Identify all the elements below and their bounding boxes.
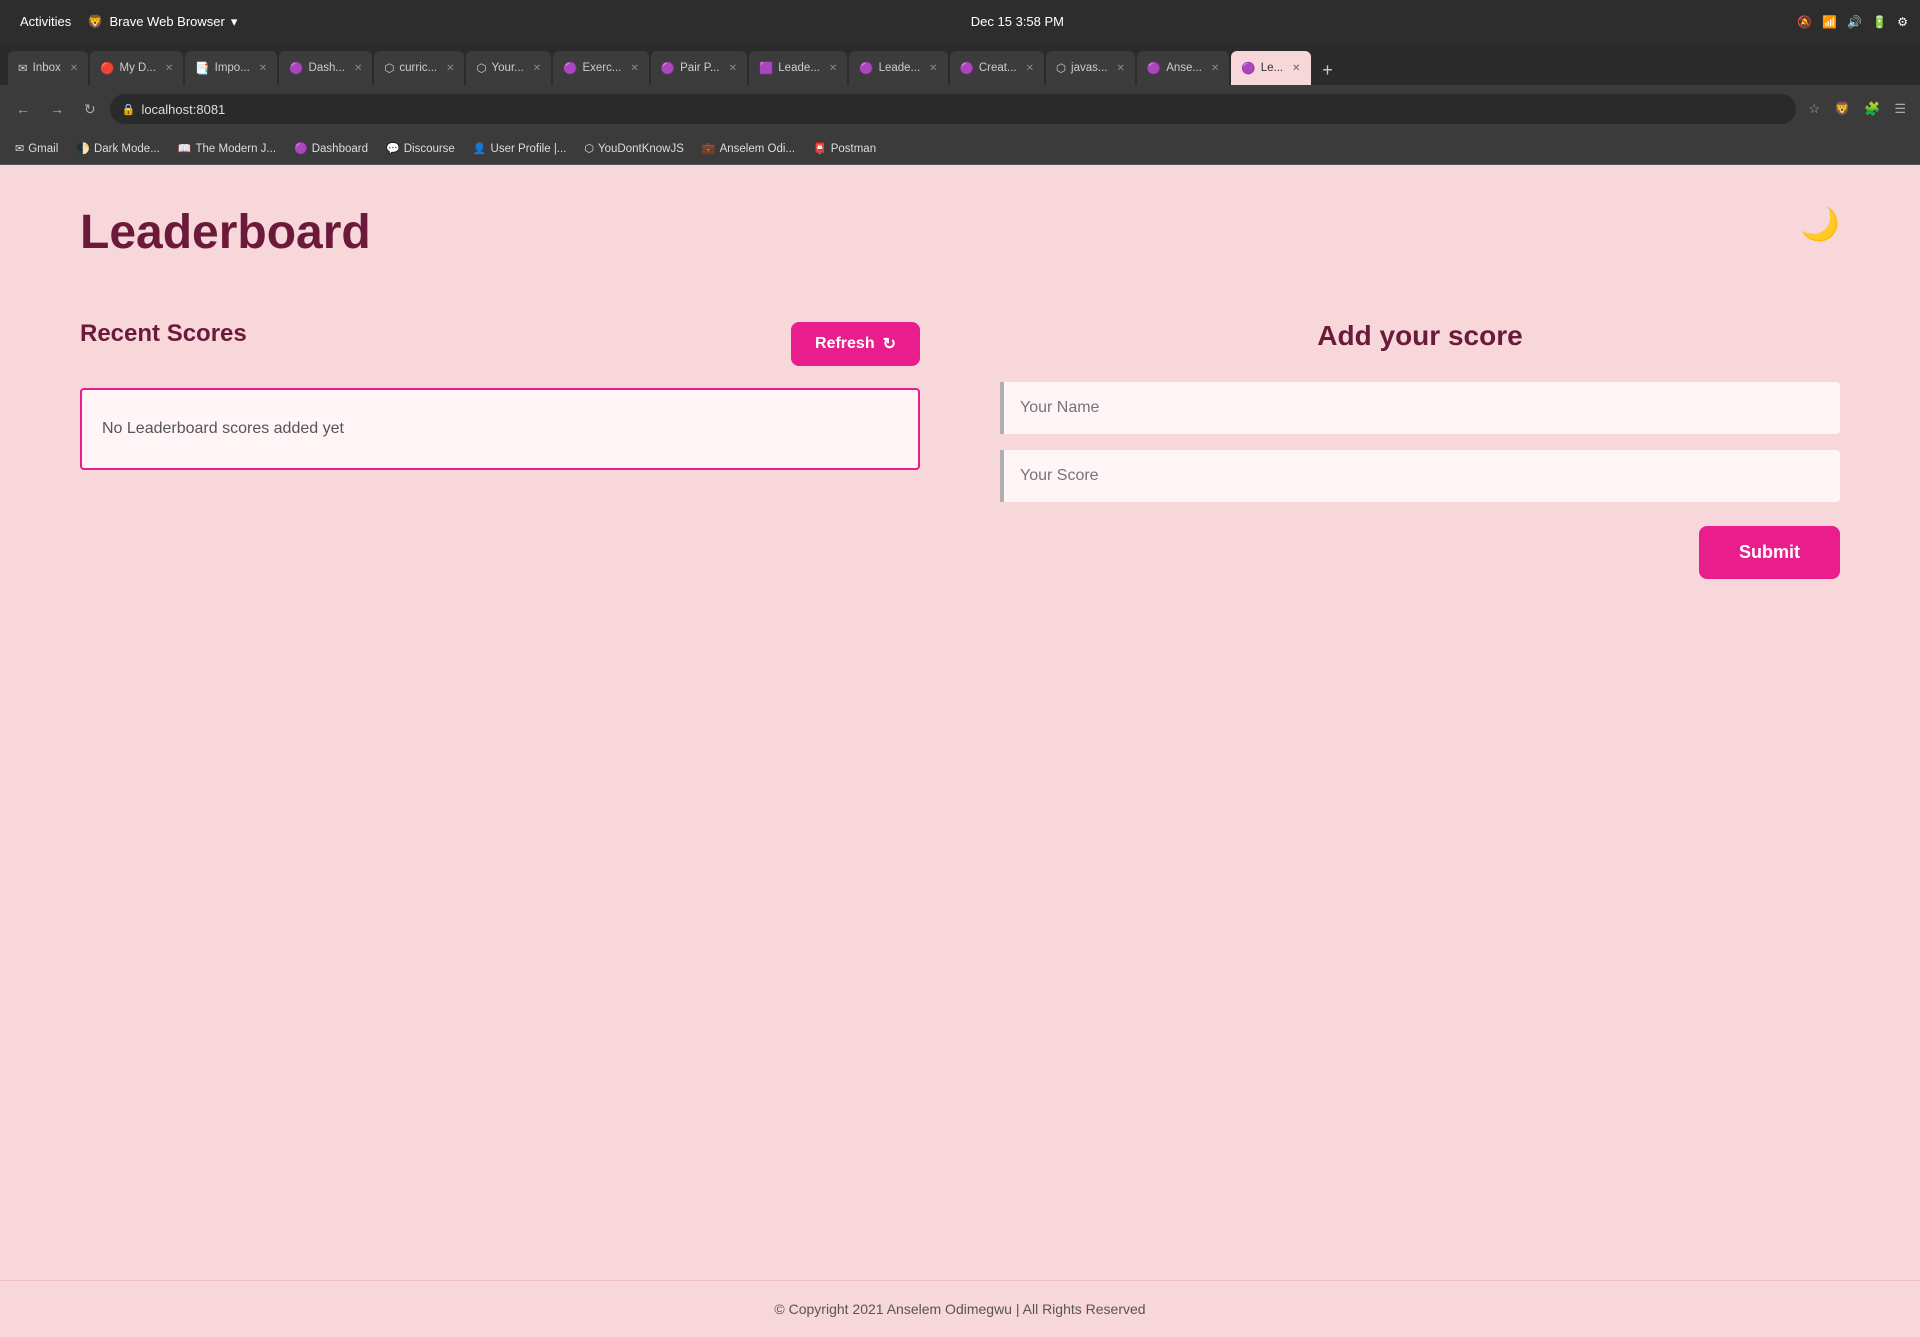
battery-icon: 🔋 (1872, 15, 1887, 29)
page-title: Leaderboard (80, 205, 1840, 260)
tab-exerc[interactable]: 🟣 Exerc...✕ (553, 51, 649, 85)
score-form: Submit (1000, 382, 1840, 579)
wifi-icon: 📶 (1822, 15, 1837, 29)
tab-creat[interactable]: 🟣 Creat...✕ (950, 51, 1044, 85)
tab-dash[interactable]: 🟣 Dash...✕ (279, 51, 372, 85)
extensions-button[interactable]: 🧩 (1860, 97, 1884, 121)
volume-icon: 🔊 (1847, 15, 1862, 29)
footer-text: © Copyright 2021 Anselem Odimegwu | All … (774, 1301, 1145, 1317)
refresh-label: Refresh (815, 335, 875, 353)
tab-anse[interactable]: 🟣 Anse...✕ (1137, 51, 1230, 85)
bookmark-dashboard[interactable]: 🟣Dashboard (287, 139, 375, 158)
page-content: Leaderboard 🌙 Recent Scores Refresh ↻ No… (0, 165, 1920, 1280)
bookmark-userprofile[interactable]: 👤User Profile |... (466, 139, 574, 158)
activities-button[interactable]: Activities (12, 10, 79, 33)
name-input[interactable] (1000, 382, 1840, 434)
bookmark-modernj[interactable]: 📖The Modern J... (171, 139, 283, 158)
brave-icon: 🦁 (87, 14, 103, 30)
datetime-label: Dec 15 3:58 PM (971, 14, 1064, 29)
nav-bar: ← → ↻ 🔒 localhost:8081 ☆ 🦁 🧩 ☰ (0, 85, 1920, 133)
recent-scores-header: Recent Scores Refresh ↻ (80, 320, 920, 368)
tab-leade2[interactable]: 🟣 Leade...✕ (849, 51, 947, 85)
bookmark-anselem[interactable]: 💼Anselem Odi... (695, 139, 802, 158)
reload-button[interactable]: ↻ (78, 97, 102, 122)
tab-myd[interactable]: 🔴 My D...✕ (90, 51, 183, 85)
page-footer: © Copyright 2021 Anselem Odimegwu | All … (0, 1280, 1920, 1337)
tab-le-active[interactable]: 🟣 Le...✕ (1231, 51, 1310, 85)
brave-shield-button[interactable]: 🦁 (1830, 97, 1854, 121)
bookmark-postman[interactable]: 📮Postman (806, 139, 883, 158)
tabs-bar: ✉ Inbox✕ 🔴 My D...✕ 📑 Impo...✕ 🟣 Dash...… (0, 43, 1920, 85)
bookmark-darkmode[interactable]: 🌓Dark Mode... (69, 139, 167, 158)
bookmark-ydkjs[interactable]: ⬡YouDontKnowJS (577, 139, 691, 158)
tab-inbox[interactable]: ✉ Inbox✕ (8, 51, 88, 85)
forward-button[interactable]: → (44, 97, 70, 121)
url-text: localhost:8081 (141, 102, 225, 117)
menu-button[interactable]: ☰ (1890, 97, 1910, 121)
bookmark-discourse[interactable]: 💬Discourse (379, 139, 462, 158)
tab-pairp[interactable]: 🟣 Pair P...✕ (651, 51, 747, 85)
browser-chrome: ✉ Inbox✕ 🔴 My D...✕ 📑 Impo...✕ 🟣 Dash...… (0, 43, 1920, 165)
score-input[interactable] (1000, 450, 1840, 502)
tab-leade1[interactable]: 🟪 Leade...✕ (749, 51, 847, 85)
back-button[interactable]: ← (10, 97, 36, 121)
tab-impo[interactable]: 📑 Impo...✕ (185, 51, 277, 85)
refresh-icon: ↻ (883, 334, 896, 354)
os-top-bar: Activities 🦁 Brave Web Browser ▾ Dec 15 … (0, 0, 1920, 43)
lock-icon: 🔒 (122, 103, 136, 116)
add-score-title: Add your score (1000, 320, 1840, 352)
notification-icon: 🔕 (1797, 15, 1812, 29)
recent-scores-panel: Recent Scores Refresh ↻ No Leaderboard s… (80, 320, 920, 470)
tab-javas[interactable]: ⬡ javas...✕ (1046, 51, 1135, 85)
main-layout: Recent Scores Refresh ↻ No Leaderboard s… (80, 320, 1840, 579)
tab-your[interactable]: ⬡ Your...✕ (466, 51, 551, 85)
tab-curric[interactable]: ⬡ curric...✕ (374, 51, 464, 85)
bookmark-button[interactable]: ☆ (1804, 97, 1824, 121)
bookmark-gmail[interactable]: ✉Gmail (8, 139, 65, 158)
submit-button[interactable]: Submit (1699, 526, 1840, 579)
add-score-panel: Add your score Submit (1000, 320, 1840, 579)
no-scores-message: No Leaderboard scores added yet (102, 420, 344, 438)
scores-box: No Leaderboard scores added yet (80, 388, 920, 470)
settings-icon: ⚙ (1897, 15, 1908, 29)
bookmarks-bar: ✉Gmail 🌓Dark Mode... 📖The Modern J... 🟣D… (0, 133, 1920, 165)
browser-title-label: 🦁 Brave Web Browser ▾ (87, 14, 237, 30)
address-bar[interactable]: 🔒 localhost:8081 (110, 94, 1797, 124)
recent-scores-title: Recent Scores (80, 320, 247, 348)
dark-mode-toggle[interactable]: 🌙 (1800, 205, 1840, 243)
new-tab-button[interactable]: + (1313, 55, 1343, 85)
refresh-button[interactable]: Refresh ↻ (791, 322, 920, 366)
chevron-down-icon: ▾ (231, 14, 238, 30)
